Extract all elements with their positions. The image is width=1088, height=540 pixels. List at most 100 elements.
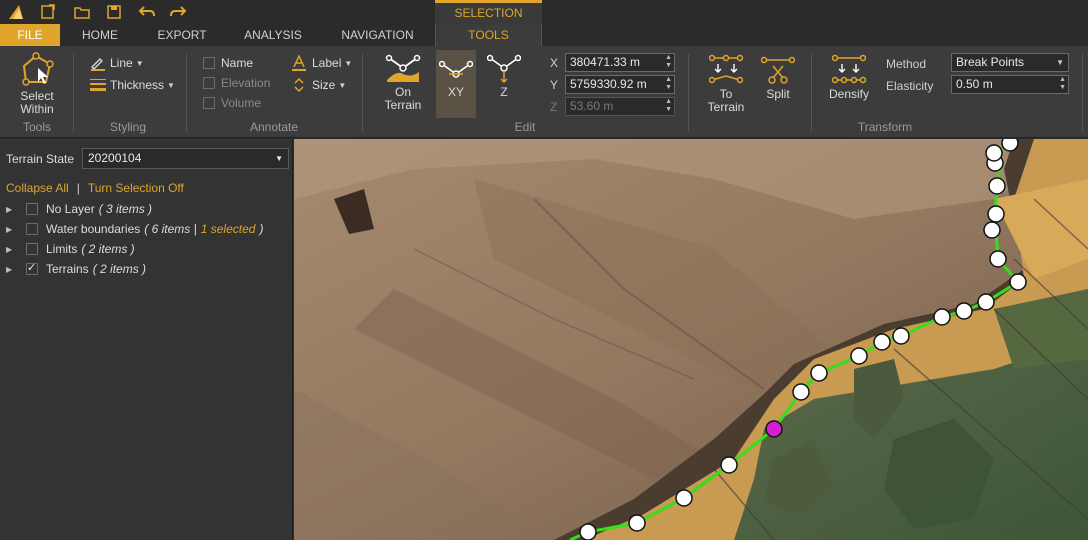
vertex-handle[interactable] bbox=[873, 333, 891, 351]
edit-xy-button[interactable]: XY bbox=[436, 50, 476, 118]
ribbon-tabs: FILE HOME EXPORT ANALYSIS NAVIGATION TOO… bbox=[0, 24, 1088, 46]
spin-arrows-icon[interactable]: ▲ ▼ bbox=[665, 76, 672, 92]
spin-arrows-icon[interactable]: ▲ ▼ bbox=[1059, 76, 1066, 92]
y-coordinate-input[interactable]: 5759330.92 m ▲ ▼ bbox=[565, 75, 675, 94]
z-coordinate-label: Z bbox=[550, 100, 558, 114]
layer-row-limits[interactable]: ▶ Limits ( 2 items ) bbox=[6, 240, 135, 258]
elasticity-label: Elasticity bbox=[886, 79, 934, 93]
vertex-handle[interactable] bbox=[628, 514, 646, 532]
expand-arrow-icon[interactable]: ▶ bbox=[6, 245, 26, 254]
vertex-handle[interactable] bbox=[1009, 273, 1027, 291]
vertex-handle[interactable] bbox=[933, 308, 951, 326]
ribbon-separator bbox=[186, 54, 187, 132]
label-dropdown[interactable]: Label ▼ bbox=[292, 54, 352, 72]
vertex-handle[interactable] bbox=[675, 489, 693, 507]
open-folder-icon[interactable] bbox=[72, 2, 92, 22]
tab-navigation[interactable]: NAVIGATION bbox=[335, 24, 420, 46]
layer-row-no-layer[interactable]: ▶ No Layer ( 3 items ) bbox=[6, 200, 152, 218]
ribbon-separator bbox=[1082, 54, 1083, 132]
expand-arrow-icon[interactable]: ▶ bbox=[6, 265, 26, 274]
chevron-down-icon: ▼ bbox=[1056, 58, 1064, 67]
line-style-dropdown[interactable]: Line ▼ bbox=[90, 54, 144, 72]
terrain-state-select[interactable]: 20200104 ▼ bbox=[82, 148, 289, 169]
z-move-icon bbox=[487, 54, 521, 84]
on-terrain-icon bbox=[385, 54, 421, 82]
layer-visibility-checkbox[interactable] bbox=[26, 261, 38, 275]
spin-arrows-icon[interactable]: ▲ ▼ bbox=[665, 98, 672, 114]
selection-context-tab: SELECTION bbox=[435, 0, 542, 24]
tools-group-label: Tools bbox=[22, 120, 51, 134]
layer-visibility-checkbox[interactable] bbox=[26, 203, 38, 215]
layer-row-terrains[interactable]: ▶ Terrains ( 2 items ) bbox=[6, 260, 146, 278]
terrain-scene[interactable] bbox=[294, 139, 1088, 540]
tab-export[interactable]: EXPORT bbox=[150, 24, 214, 46]
tab-home[interactable]: HOME bbox=[70, 24, 130, 46]
vertex-handle[interactable] bbox=[985, 144, 1003, 162]
terrain-3d-viewport[interactable] bbox=[294, 139, 1088, 540]
tab-analysis[interactable]: ANALYSIS bbox=[238, 24, 308, 46]
transform-group-label: Transform bbox=[857, 120, 913, 134]
expand-arrow-icon[interactable]: ▶ bbox=[6, 225, 26, 234]
edit-z-button[interactable]: Z bbox=[484, 50, 524, 118]
ribbon: Select Within Tools Line ▼ Thickness ▼ Sty… bbox=[0, 46, 1088, 138]
method-select[interactable]: Break Points ▼ bbox=[951, 53, 1069, 72]
annotate-name-checkbox[interactable]: Name bbox=[203, 54, 253, 72]
save-icon[interactable] bbox=[104, 2, 124, 22]
vertex-handle[interactable] bbox=[955, 302, 973, 320]
densify-button[interactable]: Densify bbox=[824, 50, 874, 101]
chevron-down-icon: ▼ bbox=[275, 154, 283, 163]
layer-row-water-boundaries[interactable]: ▶ Water boundaries ( 6 items | 1 selecte… bbox=[6, 220, 263, 238]
volume-checkbox-box[interactable] bbox=[203, 97, 215, 109]
spin-arrows-icon[interactable]: ▲ ▼ bbox=[665, 54, 672, 70]
vertex-handle[interactable] bbox=[988, 177, 1006, 195]
select-within-button[interactable]: Select Within bbox=[8, 50, 66, 116]
redo-icon[interactable] bbox=[168, 2, 188, 22]
select-within-label: Select Within bbox=[20, 89, 54, 116]
ribbon-separator bbox=[688, 54, 689, 132]
annotate-volume-checkbox[interactable]: Volume bbox=[203, 94, 261, 112]
vertex-handle[interactable] bbox=[810, 364, 828, 382]
annotate-elevation-checkbox[interactable]: Elevation bbox=[203, 74, 270, 92]
line-pen-icon bbox=[91, 58, 105, 71]
z-label: Z bbox=[500, 85, 508, 99]
elevation-checkbox-box[interactable] bbox=[203, 77, 215, 89]
vertex-handle[interactable] bbox=[1001, 139, 1019, 152]
size-dropdown[interactable]: Size ▼ bbox=[292, 76, 346, 94]
collapse-all-link[interactable]: Collapse All bbox=[6, 181, 69, 195]
layer-visibility-checkbox[interactable] bbox=[26, 243, 38, 255]
vertex-handle[interactable] bbox=[983, 221, 1001, 239]
vertex-handle[interactable] bbox=[977, 293, 995, 311]
annotate-group-label: Annotate bbox=[249, 120, 299, 134]
tab-tools[interactable]: TOOLS bbox=[435, 24, 542, 46]
vertex-handle[interactable] bbox=[579, 523, 597, 540]
app-logo-icon bbox=[6, 2, 26, 22]
vertex-handle[interactable] bbox=[720, 456, 738, 474]
split-button[interactable]: Split bbox=[758, 50, 798, 101]
thickness-icon bbox=[90, 79, 106, 91]
to-terrain-button[interactable]: To Terrain bbox=[702, 50, 750, 114]
vertex-handle[interactable] bbox=[850, 347, 868, 365]
vertex-handle[interactable] bbox=[989, 250, 1007, 268]
styling-group-label: Styling bbox=[109, 120, 147, 134]
new-project-icon[interactable] bbox=[38, 2, 58, 22]
name-checkbox-box[interactable] bbox=[203, 57, 215, 69]
tab-file[interactable]: FILE bbox=[0, 24, 60, 46]
vertex-handle[interactable] bbox=[792, 383, 810, 401]
xy-move-icon bbox=[439, 60, 473, 78]
on-terrain-button[interactable]: On Terrain bbox=[378, 50, 428, 118]
undo-icon[interactable] bbox=[137, 2, 157, 22]
thickness-dropdown[interactable]: Thickness ▼ bbox=[90, 76, 175, 94]
label-text-icon bbox=[292, 55, 306, 71]
z-coordinate-input[interactable]: 53.60 m ▲ ▼ bbox=[565, 97, 675, 116]
turn-selection-off-link[interactable]: Turn Selection Off bbox=[88, 181, 184, 195]
elasticity-input[interactable]: 0.50 m ▲ ▼ bbox=[951, 75, 1069, 94]
ribbon-separator bbox=[362, 54, 363, 132]
terrain-state-label: Terrain State bbox=[6, 152, 75, 166]
expand-arrow-icon[interactable]: ▶ bbox=[6, 205, 26, 214]
vertex-handle[interactable] bbox=[892, 327, 910, 345]
layer-visibility-checkbox[interactable] bbox=[26, 223, 38, 235]
ribbon-separator bbox=[73, 54, 74, 132]
vertex-handle[interactable] bbox=[987, 205, 1005, 223]
selected-vertex-handle[interactable] bbox=[765, 420, 783, 438]
x-coordinate-input[interactable]: 380471.33 m ▲ ▼ bbox=[565, 53, 675, 72]
